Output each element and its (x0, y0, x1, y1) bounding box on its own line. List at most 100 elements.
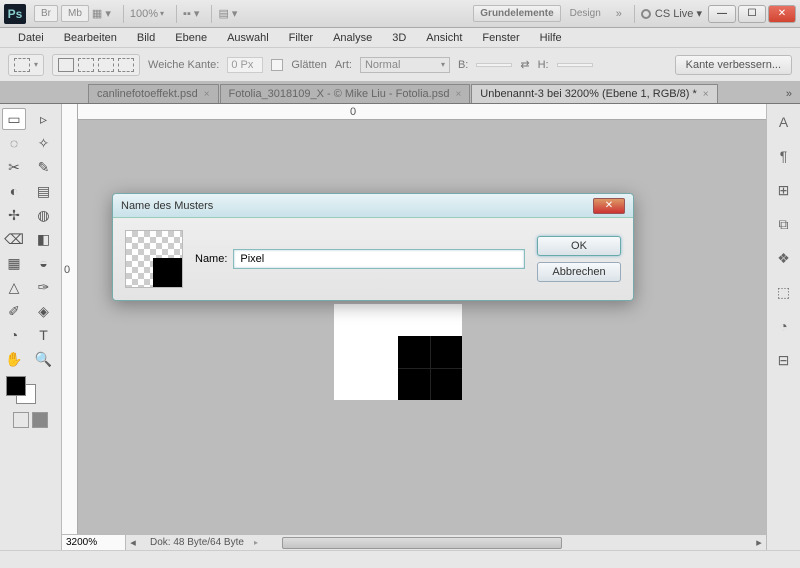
color-swatches[interactable] (2, 376, 59, 408)
menu-filter[interactable]: Filter (279, 30, 323, 46)
pattern-preview (125, 230, 183, 288)
active-tool-preset[interactable]: ▾ (8, 54, 44, 76)
style-label: Art: (335, 59, 352, 71)
blur-tool[interactable]: ▦ (2, 252, 26, 274)
layers-panel-icon[interactable]: ⧉ (773, 214, 795, 234)
selection-add-icon[interactable] (78, 58, 94, 72)
width-input[interactable] (476, 63, 512, 67)
minimize-button[interactable]: — (708, 5, 736, 23)
cs-live-dropdown[interactable]: CS Live ▾ (641, 7, 702, 20)
antialias-checkbox[interactable] (271, 59, 283, 71)
dialog-close-button[interactable]: ✕ (593, 198, 625, 214)
bridge-button[interactable]: Br (34, 5, 58, 22)
document-tab-active[interactable]: Unbenannt-3 bei 3200% (Ebene 1, RGB/8) *… (471, 84, 717, 103)
crop-tool[interactable]: ✂ (2, 156, 26, 178)
character-panel-icon[interactable]: A (773, 112, 795, 132)
scroll-right-icon[interactable]: ▸ (752, 536, 766, 549)
3d-tool[interactable]: ◔ (2, 324, 26, 346)
screen-mode-dropdown[interactable]: ▤ ▾ (218, 7, 237, 20)
paragraph-panel-icon[interactable]: ¶ (773, 146, 795, 166)
marquee-icon (14, 58, 30, 72)
horizontal-scrollbar[interactable]: ◂ Dok: 48 Byte/64 Byte ▸ ▸ (126, 534, 766, 550)
vertical-ruler: 0 (62, 104, 78, 550)
styles-panel-icon[interactable]: ⬚ (773, 282, 795, 302)
dodge-tool[interactable]: ◒ (32, 252, 56, 274)
antialias-label: Glätten (291, 59, 326, 71)
brush-tool[interactable]: ▤ (32, 180, 56, 202)
path-select-tool[interactable]: ✐ (2, 300, 26, 322)
menu-analyse[interactable]: Analyse (323, 30, 382, 46)
height-input[interactable] (557, 63, 593, 67)
menu-bar: Datei Bearbeiten Bild Ebene Auswahl Filt… (0, 28, 800, 48)
menu-hilfe[interactable]: Hilfe (530, 30, 572, 46)
tab-close-icon[interactable]: × (703, 89, 709, 100)
zoom-dropdown[interactable]: 100%▾ (130, 8, 164, 20)
document-tab[interactable]: canlinefotoeffekt.psd× (88, 84, 219, 103)
zoom-tool[interactable]: 🔍 (32, 348, 56, 370)
history-brush-tool[interactable]: ◍ (32, 204, 56, 226)
foreground-swatch[interactable] (6, 376, 26, 396)
workspace-design[interactable]: Design (564, 6, 607, 21)
refine-edge-button[interactable]: Kante verbessern... (675, 55, 792, 75)
width-label: B: (458, 59, 468, 71)
lasso-tool[interactable]: ◌ (2, 132, 26, 154)
pattern-name-dialog: Name des Musters ✕ Name: OK Abbrechen (112, 193, 634, 301)
adjustments-panel-icon[interactable]: ⊟ (773, 350, 795, 370)
selection-subtract-icon[interactable] (98, 58, 114, 72)
minibridge-button[interactable]: Mb (61, 5, 89, 22)
menu-ebene[interactable]: Ebene (165, 30, 217, 46)
zoom-field[interactable]: 3200% (62, 534, 126, 550)
cancel-button[interactable]: Abbrechen (537, 262, 621, 282)
hand-tool[interactable]: ✋ (2, 348, 26, 370)
dialog-title: Name des Musters (121, 200, 213, 212)
scroll-left-icon[interactable]: ◂ (126, 536, 140, 549)
eraser-tool[interactable]: ⌫ (2, 228, 26, 250)
marquee-tool[interactable]: ▭ (2, 108, 26, 130)
3d-camera-tool[interactable]: T (32, 324, 56, 346)
feather-input[interactable]: 0 Px (227, 57, 263, 73)
menu-bild[interactable]: Bild (127, 30, 165, 46)
selection-new-icon[interactable] (58, 58, 74, 72)
maximize-button[interactable]: ☐ (738, 5, 766, 23)
workspace-grundelemente[interactable]: Grundelemente (473, 5, 560, 22)
horizontal-ruler: 0 (78, 104, 766, 120)
close-button[interactable]: ✕ (768, 5, 796, 23)
type-tool[interactable]: ✑ (32, 276, 56, 298)
options-bar: ▾ Weiche Kante: 0 Px Glätten Art: Normal… (0, 48, 800, 82)
pen-tool[interactable]: △ (2, 276, 26, 298)
tabs-overflow[interactable]: » (778, 85, 800, 103)
move-tool[interactable]: ▹ (32, 108, 56, 130)
shape-tool[interactable]: ◈ (32, 300, 56, 322)
swatches-panel-icon[interactable]: ❖ (773, 248, 795, 268)
menu-datei[interactable]: Datei (8, 30, 54, 46)
document-tab[interactable]: Fotolia_3018109_X - © Mike Liu - Fotolia… (220, 84, 471, 103)
name-input[interactable] (233, 249, 525, 269)
tab-close-icon[interactable]: × (204, 89, 210, 100)
stamp-tool[interactable]: ✢ (2, 204, 26, 226)
ok-button[interactable]: OK (537, 236, 621, 256)
color-panel-icon[interactable]: ◔ (773, 316, 795, 336)
menu-3d[interactable]: 3D (382, 30, 416, 46)
menu-auswahl[interactable]: Auswahl (217, 30, 279, 46)
scroll-thumb[interactable] (282, 537, 562, 549)
menu-fenster[interactable]: Fenster (472, 30, 529, 46)
layout-dropdown[interactable]: ▪▪ ▾ (183, 7, 199, 20)
quickmask-mode[interactable] (32, 412, 48, 428)
navigator-panel-icon[interactable]: ⊞ (773, 180, 795, 200)
gradient-tool[interactable]: ◧ (32, 228, 56, 250)
menu-ansicht[interactable]: Ansicht (416, 30, 472, 46)
eyedropper-tool[interactable]: ✎ (32, 156, 56, 178)
style-select[interactable]: Normal▾ (360, 57, 450, 73)
menu-bearbeiten[interactable]: Bearbeiten (54, 30, 127, 46)
tab-close-icon[interactable]: × (455, 89, 461, 100)
magic-wand-tool[interactable]: ✧ (32, 132, 56, 154)
selection-intersect-icon[interactable] (118, 58, 134, 72)
heal-tool[interactable]: ◐ (2, 180, 26, 202)
swap-icon[interactable]: ⇄ (520, 58, 529, 71)
dialog-titlebar[interactable]: Name des Musters ✕ (113, 194, 633, 218)
canvas-content (398, 336, 462, 400)
standard-mode[interactable] (13, 412, 29, 428)
view-mode-dropdown[interactable]: ▦ ▾ (92, 7, 111, 20)
workspace-more[interactable]: » (610, 8, 628, 20)
document-canvas[interactable] (334, 304, 462, 400)
